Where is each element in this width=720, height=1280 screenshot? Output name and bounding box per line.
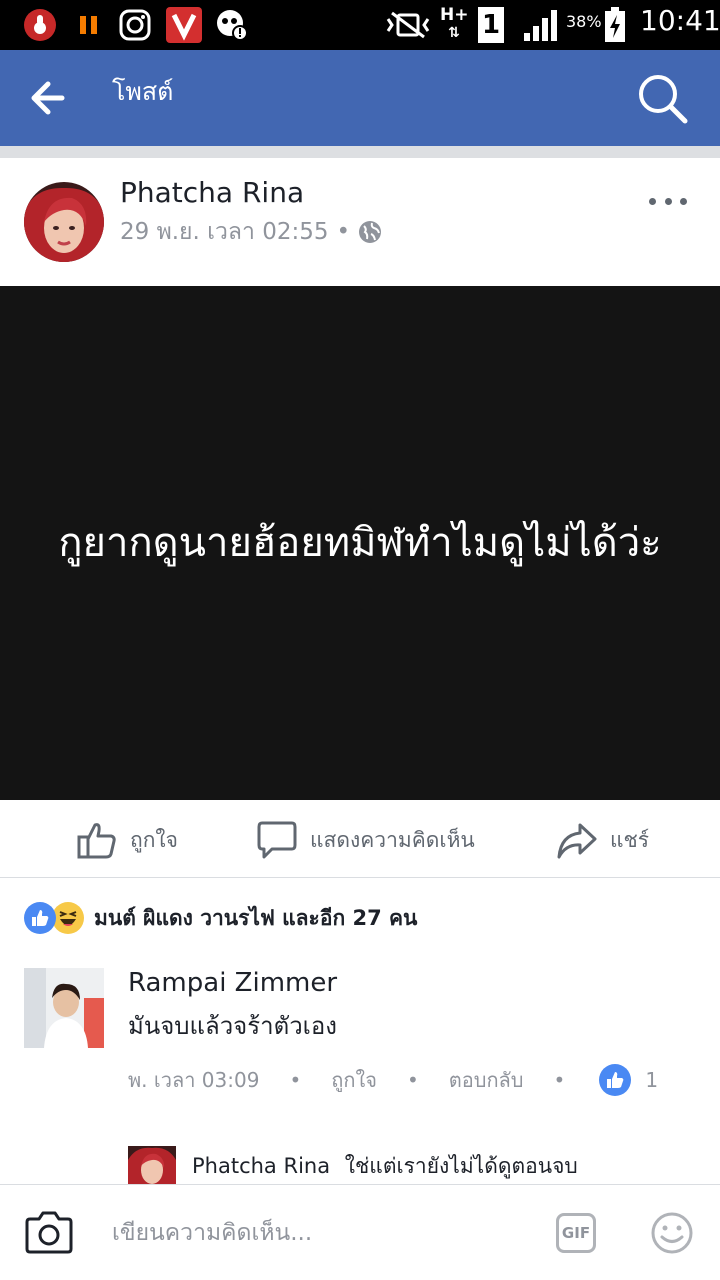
battery-charging-icon [604,7,626,43]
author-avatar[interactable] [24,182,104,262]
comment-input[interactable] [112,1213,532,1253]
author-name[interactable]: Phatcha Rina [120,176,304,209]
battery-percent: 38% [566,12,602,31]
more-dot [664,197,672,205]
post-meta: 29 พ.ย. เวลา 02:55 • [120,214,382,250]
status-bar: H+ ⇅ 1 38% 10:41 [0,0,720,50]
search-button[interactable] [634,70,694,130]
gif-label: GIF [561,1224,591,1242]
camera-icon [25,1211,73,1254]
game-alert-icon [214,7,250,43]
post-actions: ถูกใจ แสดงความคิดเห็น แชร์ [0,800,720,878]
pause-icon [78,7,100,43]
reactions-text: มนต์ ผิแดง วานรไฟ และอีก 27 คน [94,905,418,930]
meta-separator: • [289,1068,302,1092]
clock: 10:41 [640,4,720,37]
comment-button[interactable]: แสดงความคิดเห็น [256,818,475,862]
share-arrow-icon [557,823,597,859]
reactions-summary[interactable]: มนต์ ผิแดง วานรไฟ และอีก 27 คน [24,898,417,938]
comment-like-link[interactable]: ถูกใจ [331,1064,377,1096]
meta-separator: • [336,219,351,245]
section-divider [0,146,720,158]
reply-text: ใช่แต่เรายังไม่ได้ดูตอนจบ [344,1154,578,1178]
app-bar: โพสต์ [0,50,720,146]
comment-composer: GIF [0,1184,720,1280]
emoji-button[interactable] [650,1211,694,1255]
share-label: แชร์ [610,827,650,852]
comment-label: แสดงความคิดเห็น [310,827,475,852]
more-dot [680,197,687,205]
like-button[interactable]: ถูกใจ [76,818,178,862]
comment-text: มันจบแล้วจร้าตัวเอง [128,1012,338,1040]
instagram-icon [118,7,152,43]
post-timestamp[interactable]: 29 พ.ย. เวลา 02:55 [120,214,329,250]
post-content: กูยากดูนายฮ้อยทมิฬทำไมดูไม่ได้ว่ะ [0,286,720,800]
page-title: โพสต์ [112,77,174,106]
network-type: H+ ⇅ [440,6,468,42]
comment-bubble-icon [257,821,297,859]
reply-author-avatar[interactable] [128,1146,176,1186]
reply-avatar-image [128,1146,176,1186]
comment-time: พ. เวลา 03:09 [128,1068,260,1092]
comment-like-reaction-icon[interactable] [599,1064,632,1096]
back-button[interactable] [28,78,80,118]
back-arrow-icon [31,81,65,115]
reply-preview[interactable]: Phatcha Rina ใช่แต่เรายังไม่ได้ดูตอนจบ [192,1150,578,1183]
sim-slot-label: 1 [481,10,501,40]
meta-separator: • [553,1068,566,1092]
commenter-avatar[interactable] [24,968,104,1048]
more-dot [649,197,656,205]
video-app-icon [166,7,202,43]
commenter-name[interactable]: Rampai Zimmer [128,968,337,998]
comment-like-count: 1 [645,1068,659,1092]
data-arrows-icon: ⇅ [448,25,460,41]
meta-separator: • [406,1068,419,1092]
comment-reply-link[interactable]: ตอบกลับ [449,1064,524,1096]
comment-meta: พ. เวลา 03:09 • ถูกใจ • ตอบกลับ • 1 [128,1060,658,1100]
search-icon [639,75,688,124]
mute-vibrate-icon [384,7,432,43]
like-reaction-icon [24,902,56,934]
reply-author-name[interactable]: Phatcha Rina [192,1154,330,1178]
network-type-label: H+ [440,5,469,25]
post-text: กูยากดูนายฮ้อยทมิฬทำไมดูไม่ได้ว่ะ [58,520,662,566]
commenter-avatar-image [24,968,104,1048]
signal-icon [522,7,560,43]
haha-reaction-icon [52,902,84,934]
like-label: ถูกใจ [130,827,178,852]
smiley-icon [651,1212,693,1254]
gif-button[interactable]: GIF [556,1213,596,1253]
more-options-button[interactable] [646,186,690,216]
notification-app-icon [22,7,58,43]
thumbs-up-icon [77,823,116,859]
avatar-image [24,182,104,262]
share-button[interactable]: แชร์ [556,818,649,862]
camera-button[interactable] [24,1209,74,1255]
sim-indicator: 1 [478,7,504,43]
globe-icon [359,221,382,243]
